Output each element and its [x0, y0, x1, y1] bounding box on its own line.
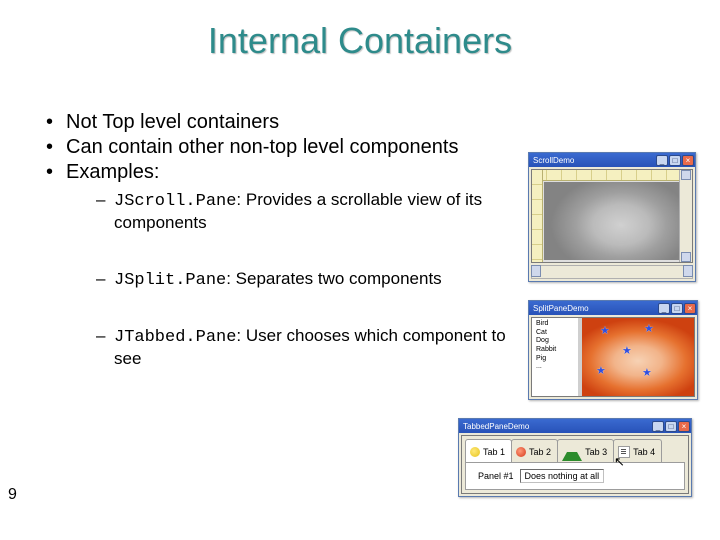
- splitpane-window: SplitPaneDemo _ □ × Bird Cat Dog Rabbit …: [528, 300, 698, 400]
- close-icon: ×: [684, 303, 696, 314]
- sun-icon: [470, 447, 480, 457]
- titlebar: SplitPaneDemo _ □ ×: [529, 301, 697, 315]
- bullet-text: Examples:: [66, 161, 159, 183]
- maximize-icon: □: [669, 155, 681, 166]
- tab-1: Tab 1: [465, 439, 512, 462]
- bullet-item: Examples: JScroll.Pane: Provides a scrol…: [40, 160, 520, 369]
- star-icon: ★: [642, 366, 652, 379]
- split-right-image: ★ ★ ★ ★ ★: [582, 318, 694, 396]
- tabbedpane-window: TabbedPaneDemo _ □ × Tab 1 Tab 2 Tab 3: [458, 418, 692, 497]
- tab-label: Tab 3: [585, 447, 607, 457]
- ruler-vertical: [532, 170, 543, 262]
- panel-label: Panel #1: [478, 471, 514, 481]
- tabs-row: Tab 1 Tab 2 Tab 3 Tab 4: [462, 436, 688, 462]
- star-icon: ★: [596, 364, 606, 377]
- tab-panel: ↖ Panel #1 Does nothing at all: [465, 462, 685, 490]
- scroll-view: [532, 170, 679, 262]
- close-icon: ×: [678, 421, 690, 432]
- code-text: JTabbed.Pane: [114, 328, 236, 347]
- window-title: TabbedPaneDemo: [460, 422, 651, 431]
- bullet-item: Can contain other non-top level componen…: [40, 135, 520, 160]
- circle-icon: [516, 447, 526, 457]
- tab-2: Tab 2: [511, 439, 558, 462]
- slide-title: Internal Containers: [0, 20, 720, 62]
- code-text: JSplit.Pane: [114, 271, 226, 290]
- page-number: 9: [8, 486, 17, 504]
- scrollbar-vertical: [679, 170, 692, 262]
- tab-4: Tab 4: [613, 439, 662, 462]
- slide: Internal Containers Not Top level contai…: [0, 0, 720, 540]
- slide-body: Not Top level containers Can contain oth…: [40, 110, 520, 403]
- maximize-icon: □: [671, 303, 683, 314]
- subbullet-item: JSplit.Pane: Separates two components: [96, 268, 520, 291]
- titlebar: ScrollDemo _ □ ×: [529, 153, 695, 167]
- close-icon: ×: [682, 155, 694, 166]
- minimize-icon: _: [658, 303, 670, 314]
- code-text: JScroll.Pane: [114, 192, 236, 211]
- scrollpane-window: ScrollDemo _ □ ×: [528, 152, 696, 282]
- star-icon: ★: [622, 344, 632, 357]
- photo-content: [544, 182, 679, 260]
- tab-label: Tab 1: [483, 447, 505, 457]
- bullet-item: Not Top level containers: [40, 110, 520, 135]
- tab-3: Tab 3: [557, 439, 614, 462]
- star-icon: ★: [644, 322, 654, 335]
- note-icon: [618, 446, 630, 458]
- minimize-icon: _: [652, 421, 664, 432]
- split-left-list: Bird Cat Dog Rabbit Pig ...: [532, 318, 582, 396]
- bullet-text: Can contain other non-top level componen…: [66, 136, 458, 158]
- bullet-text: Not Top level containers: [66, 111, 279, 133]
- minimize-icon: _: [656, 155, 668, 166]
- maximize-icon: □: [665, 421, 677, 432]
- titlebar: TabbedPaneDemo _ □ ×: [459, 419, 691, 433]
- tree-icon: [562, 442, 582, 461]
- tab-label: Tab 2: [529, 447, 551, 457]
- desc-text: : Separates two components: [226, 269, 441, 288]
- star-icon: ★: [600, 324, 610, 337]
- window-title: ScrollDemo: [530, 156, 655, 165]
- subbullet-item: JScroll.Pane: Provides a scrollable view…: [96, 189, 520, 234]
- tab-label: Tab 4: [633, 447, 655, 457]
- ruler-horizontal: [532, 170, 679, 181]
- panel-field: Does nothing at all: [520, 469, 605, 483]
- subbullet-item: JTabbed.Pane: User chooses which compone…: [96, 325, 520, 370]
- window-title: SplitPaneDemo: [530, 304, 657, 313]
- scrollbar-horizontal: [531, 265, 693, 279]
